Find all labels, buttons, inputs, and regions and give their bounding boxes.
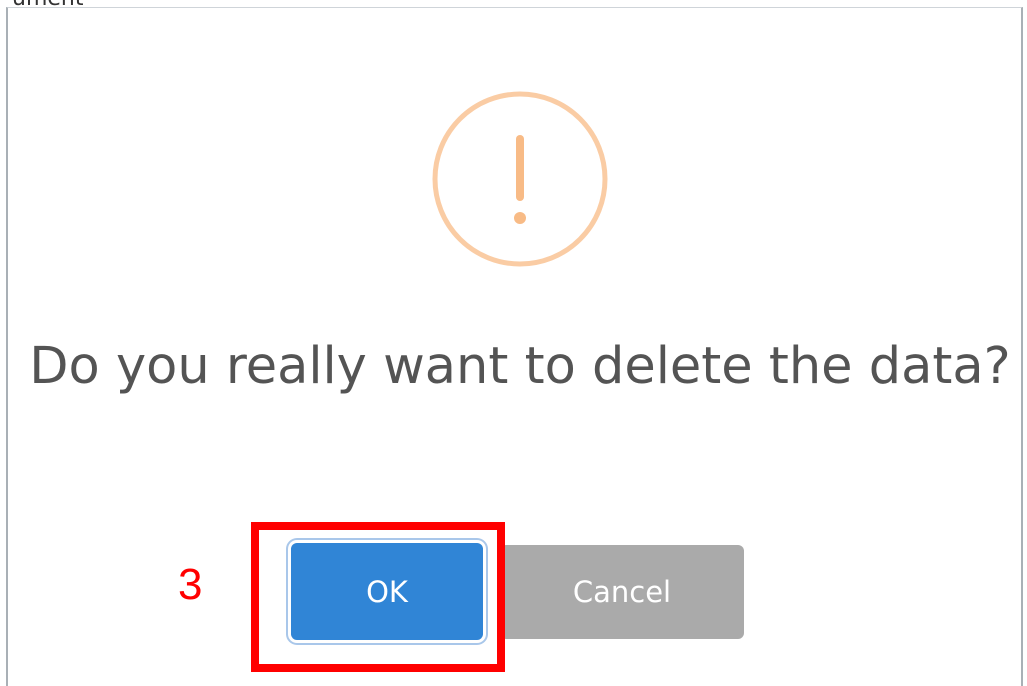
screen: ument Do you really want to delete the d… (0, 0, 1027, 686)
ok-button[interactable]: OK (291, 543, 483, 640)
cancel-button[interactable]: Cancel (500, 545, 744, 639)
step-number-label: 3 (178, 560, 203, 609)
warning-exclamation-icon (432, 91, 608, 267)
dialog-message: Do you really want to delete the data? (29, 337, 1011, 396)
